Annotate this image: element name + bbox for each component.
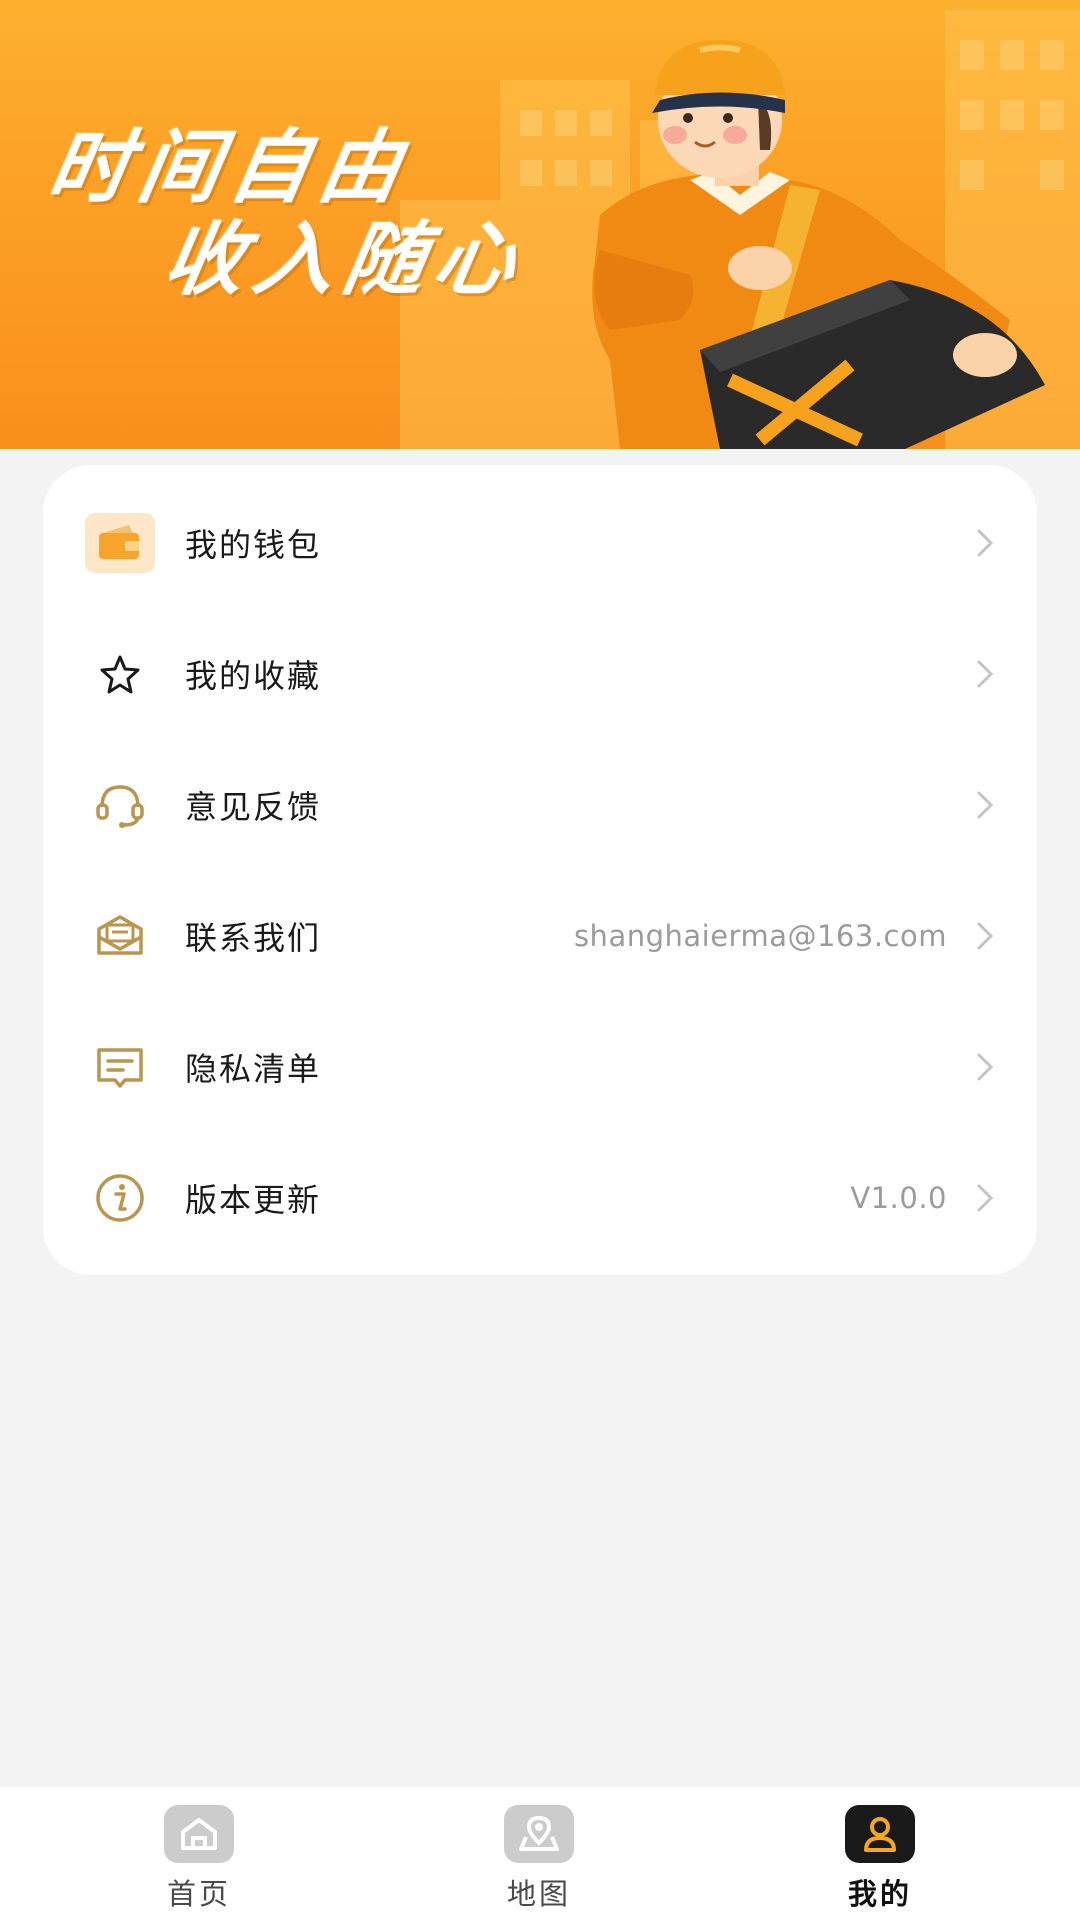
- menu-label-favorites: 我的收藏: [185, 656, 322, 695]
- tab-home-label: 首页: [166, 1877, 231, 1911]
- profile-icon: [845, 1805, 915, 1863]
- tab-profile-label: 我的: [847, 1877, 912, 1911]
- tab-profile[interactable]: 我的: [780, 1787, 980, 1920]
- menu-item-feedback[interactable]: 意见反馈: [43, 739, 1037, 870]
- menu-card: 我的钱包 我的收藏 意见反馈 联系我们 shanghaierma@163.com…: [43, 465, 1037, 1275]
- banner-slogan: 时间自由 收入随心: [0, 0, 1080, 449]
- chevron-right-icon: [977, 660, 994, 687]
- app-root: 时间自由 收入随心 我的钱包 我的收藏 意见反馈 联系我们 shanghaier…: [0, 0, 1080, 1920]
- star-icon: [85, 639, 155, 709]
- home-icon: [164, 1805, 234, 1863]
- info-icon: [85, 1163, 155, 1233]
- tab-map-label: 地图: [506, 1877, 571, 1911]
- menu-label-contact: 联系我们: [185, 918, 322, 957]
- chevron-right-icon: [977, 1184, 994, 1211]
- headset-icon: [85, 770, 155, 840]
- menu-label-wallet: 我的钱包: [185, 525, 322, 564]
- slogan-line-2: 收入随心: [156, 213, 534, 306]
- chevron-right-icon: [977, 922, 994, 949]
- menu-item-version[interactable]: 版本更新 V1.0.0: [43, 1132, 1037, 1263]
- chevron-right-icon: [977, 1053, 994, 1080]
- menu-item-wallet[interactable]: 我的钱包: [43, 477, 1037, 608]
- document-icon: [85, 1032, 155, 1102]
- chevron-right-icon: [977, 529, 994, 556]
- menu-item-contact[interactable]: 联系我们 shanghaierma@163.com: [43, 870, 1037, 1001]
- wallet-icon: [85, 508, 155, 578]
- menu-label-privacy: 隐私清单: [185, 1049, 322, 1088]
- slogan-line-1: 时间自由: [41, 121, 419, 214]
- chevron-right-icon: [977, 791, 994, 818]
- app-version: V1.0.0: [850, 1180, 947, 1215]
- contact-email: shanghaierma@163.com: [573, 918, 947, 953]
- tab-home[interactable]: 首页: [99, 1787, 299, 1920]
- bottom-tab-bar: 首页 地图 我的: [0, 1787, 1080, 1920]
- map-icon: [504, 1805, 574, 1863]
- mail-icon: [85, 901, 155, 971]
- promo-banner[interactable]: 时间自由 收入随心: [0, 0, 1080, 449]
- tab-map[interactable]: 地图: [439, 1787, 639, 1920]
- menu-item-privacy[interactable]: 隐私清单: [43, 1001, 1037, 1132]
- menu-label-feedback: 意见反馈: [185, 787, 322, 826]
- menu-item-favorites[interactable]: 我的收藏: [43, 608, 1037, 739]
- menu-label-version: 版本更新: [185, 1180, 322, 1219]
